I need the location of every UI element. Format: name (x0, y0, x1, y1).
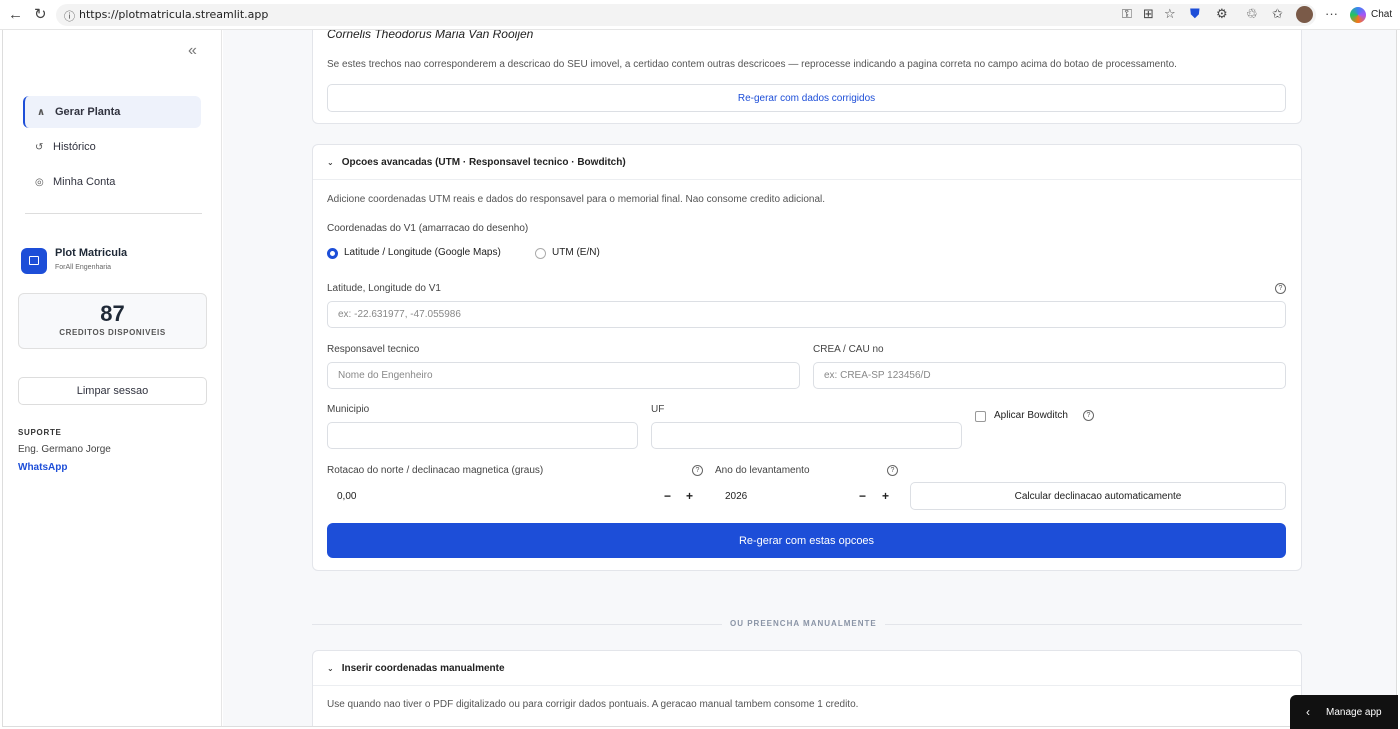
municipio-label: Municipio (327, 404, 370, 415)
site-info-icon[interactable]: ⓘ (64, 8, 77, 23)
sidebar-item-label: Minha Conta (53, 176, 116, 188)
whatsapp-link[interactable]: WhatsApp (18, 462, 67, 473)
brand-name: Plot Matricula (55, 247, 128, 259)
url-text: https://plotmatricula.streamlit.app (79, 8, 269, 21)
radio-latlon-label[interactable]: Latitude / Longitude (Google Maps) (344, 247, 501, 258)
chevron-down-icon: ⌄ (327, 663, 334, 673)
radio-utm[interactable] (535, 248, 546, 259)
manual-coords-header[interactable]: ⌄ Inserir coordenadas manualmente (313, 651, 1301, 686)
extensions-icon[interactable]: ⚙ (1216, 6, 1228, 22)
sidebar-item-minha-conta[interactable]: ◎ Minha Conta (23, 166, 201, 198)
credits-label: CREDITOS DISPONIVEIS (59, 328, 166, 337)
chevron-left-icon: ‹ (1306, 705, 1310, 719)
manual-note: Use quando nao tiver o PDF digitalizado … (327, 699, 859, 710)
clear-session-button[interactable]: Limpar sessao (18, 377, 207, 405)
performance-icon[interactable]: ♲ (1246, 6, 1258, 22)
advanced-options-header[interactable]: ⌄ Opcoes avancadas (UTM · Responsavel te… (313, 145, 1301, 180)
collapse-sidebar-icon[interactable]: « (188, 42, 197, 60)
reload-icon[interactable]: ↻ (34, 7, 47, 23)
app-icon[interactable]: ⊞ (1143, 6, 1154, 22)
responsavel-label: Responsavel tecnico (327, 344, 420, 355)
radio-utm-label[interactable]: UTM (E/N) (552, 247, 600, 258)
calc-declination-button[interactable]: Calcular declinacao automaticamente (910, 482, 1286, 510)
sidebar-item-label: Histórico (53, 141, 96, 153)
sidebar-item-gerar-planta[interactable]: ∧ Gerar Planta (23, 96, 201, 128)
more-icon[interactable]: ··· (1325, 6, 1338, 22)
shield-icon[interactable]: ⛊ (1190, 6, 1200, 22)
app-window: « ∧ Gerar Planta ↺ Histórico ◎ Minha Con… (2, 30, 1397, 727)
chevron-down-icon: ⌄ (327, 157, 334, 167)
uf-label: UF (651, 404, 665, 415)
divider-label: OU PREENCHA MANUALMENTE (722, 619, 885, 628)
regen-corrected-button[interactable]: Re-gerar com dados corrigidos (327, 84, 1286, 112)
brand-subtitle: ForAll Engenharia (55, 264, 112, 271)
profile-avatar[interactable] (1296, 6, 1313, 23)
rotation-label: Rotacao do norte / declinacao magnetica … (327, 465, 544, 476)
help-icon[interactable]: ? (887, 465, 898, 476)
radio-latlon[interactable] (327, 248, 338, 259)
support-heading: SUPORTE (18, 428, 62, 437)
year-decrement-button[interactable]: − (859, 489, 866, 503)
regen-options-button[interactable]: Re-gerar com estas opcoes (327, 523, 1286, 558)
bowditch-label[interactable]: Aplicar Bowditch (994, 410, 1068, 421)
account-icon: ◎ (35, 176, 44, 188)
sidebar: « ∧ Gerar Planta ↺ Histórico ◎ Minha Con… (3, 30, 222, 726)
rotation-input[interactable]: 0,00 (337, 491, 356, 502)
advanced-options-title: Opcoes avancadas (UTM · Responsavel tecn… (341, 156, 626, 168)
help-icon[interactable]: ? (1275, 283, 1286, 294)
bowditch-checkbox[interactable] (975, 411, 986, 422)
sidebar-divider (25, 213, 202, 214)
advanced-options-expander: ⌄ Opcoes avancadas (UTM · Responsavel te… (312, 144, 1302, 571)
year-increment-button[interactable]: + (882, 489, 889, 503)
sidebar-item-historico[interactable]: ↺ Histórico (23, 131, 201, 163)
browser-toolbar: ← ↻ ⓘ https://plotmatricula.streamlit.ap… (0, 0, 1400, 30)
chat-label[interactable]: Chat (1371, 9, 1392, 20)
responsavel-input[interactable]: Nome do Engenheiro (327, 362, 800, 389)
manual-coords-expander: ⌄ Inserir coordenadas manualmente Use qu… (312, 650, 1302, 726)
back-icon[interactable]: ← (8, 7, 23, 23)
collections-icon[interactable]: ✩ (1272, 6, 1283, 22)
manage-app-label: Manage app (1326, 706, 1382, 718)
credits-value: 87 (100, 301, 125, 326)
municipio-input[interactable] (327, 422, 638, 449)
history-icon: ↺ (35, 141, 44, 153)
key-icon[interactable]: ⚿ (1122, 6, 1132, 22)
latlon-input[interactable]: ex: -22.631977, -47.055986 (327, 301, 1286, 328)
latlon-label: Latitude, Longitude do V1 (327, 283, 441, 294)
support-name: Eng. Germano Jorge (18, 444, 111, 455)
brand-logo-icon (21, 248, 47, 274)
mismatch-note: Se estes trechos nao corresponderem a de… (327, 59, 1177, 70)
year-input[interactable]: 2026 (725, 491, 747, 502)
main-content: Cornelis Theodorus Maria Van Rooijen Se … (223, 30, 1396, 726)
manage-app-button[interactable]: ‹ Manage app (1290, 695, 1398, 729)
crea-label: CREA / CAU no (813, 344, 884, 355)
credits-box: 87 CREDITOS DISPONIVEIS (18, 293, 207, 349)
year-label: Ano do levantamento (715, 465, 810, 476)
rotation-increment-button[interactable]: + (686, 489, 693, 503)
copilot-icon[interactable] (1350, 7, 1366, 23)
crea-input[interactable]: ex: CREA-SP 123456/D (813, 362, 1286, 389)
manual-coords-title: Inserir coordenadas manualmente (341, 662, 505, 674)
rotation-decrement-button[interactable]: − (664, 489, 671, 503)
coords-label: Coordenadas do V1 (amarracao do desenho) (327, 223, 529, 234)
advanced-intro: Adicione coordenadas UTM reais e dados d… (327, 194, 826, 205)
sidebar-item-label: Gerar Planta (55, 106, 121, 118)
uf-input[interactable] (651, 422, 962, 449)
compass-icon: ∧ (37, 106, 46, 118)
owner-name: Cornelis Theodorus Maria Van Rooijen (327, 30, 534, 41)
help-icon[interactable]: ? (1083, 410, 1094, 421)
favorite-icon[interactable]: ☆ (1164, 6, 1176, 22)
help-icon[interactable]: ? (692, 465, 703, 476)
result-card: Cornelis Theodorus Maria Van Rooijen Se … (312, 30, 1302, 124)
